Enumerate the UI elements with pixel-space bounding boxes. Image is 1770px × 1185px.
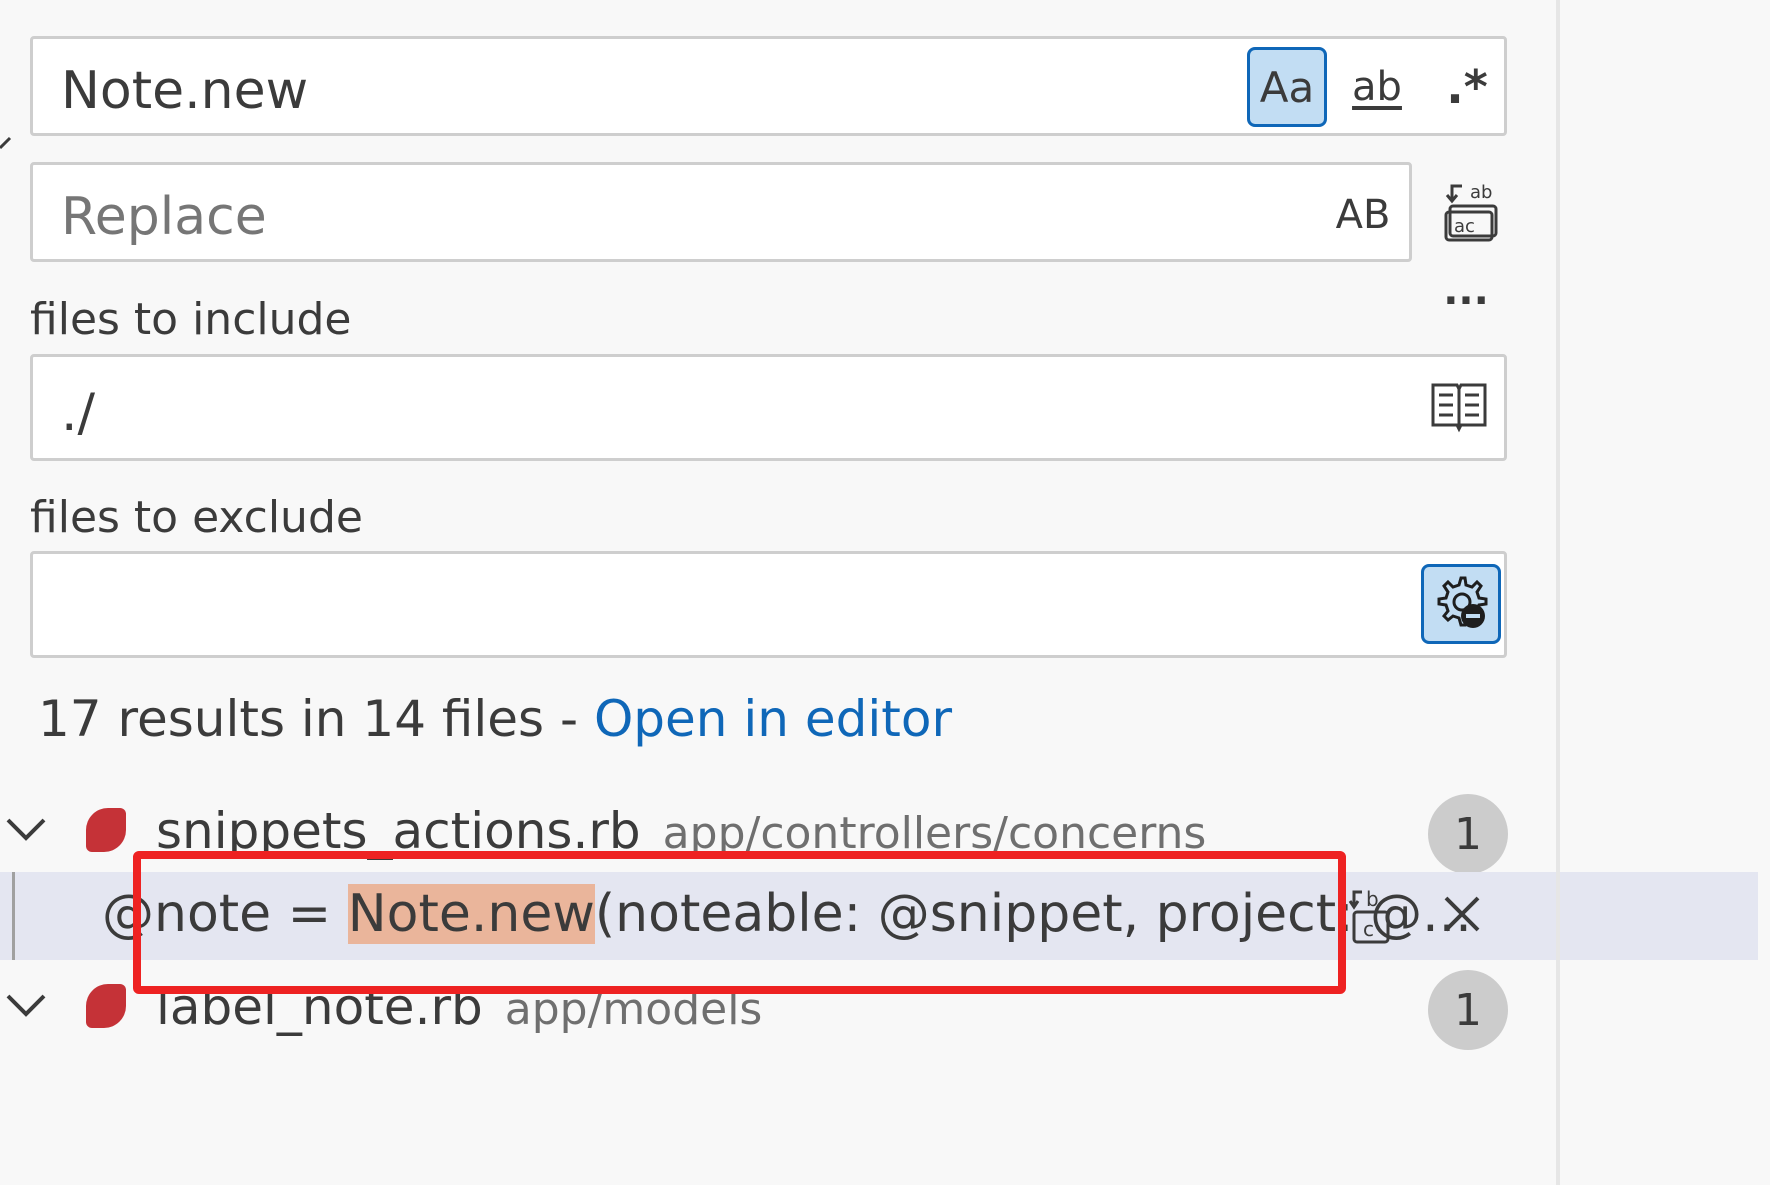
preserve-case-label: AB (1335, 192, 1391, 238)
ruby-file-icon (86, 984, 126, 1028)
files-include-value: ./ (61, 383, 96, 443)
replace-input-placeholder: Replace (61, 187, 267, 247)
match-case-button[interactable]: Aa (1247, 47, 1327, 127)
match-whole-word-label: ab (1352, 64, 1402, 110)
open-in-editor-link[interactable]: Open in editor (594, 690, 952, 748)
results-summary: 17 results in 14 files - Open in editor (38, 690, 952, 748)
svg-text:c: c (1363, 917, 1374, 941)
svg-text:ac: ac (1454, 216, 1475, 237)
use-exclude-settings-button[interactable] (1421, 564, 1501, 644)
files-include-label: files to include (30, 294, 352, 345)
annotation-highlight-box (133, 851, 1346, 994)
svg-text:b: b (1366, 887, 1379, 911)
scrollbar-track[interactable] (1556, 0, 1560, 1185)
ruby-file-icon (86, 808, 126, 852)
files-exclude-input[interactable] (30, 551, 1507, 658)
match-case-label: Aa (1259, 62, 1315, 112)
replace-match-icon[interactable]: b c (1348, 886, 1398, 946)
chevron-down-icon[interactable] (6, 992, 46, 1018)
toggle-search-details-button[interactable]: ... (1436, 268, 1496, 314)
svg-text:ab: ab (1470, 182, 1492, 203)
use-regex-button[interactable]: .* (1427, 47, 1507, 127)
results-summary-text: 17 results in 14 files - (38, 690, 594, 748)
chevron-down-icon[interactable] (6, 816, 46, 842)
match-count-badge: 1 (1428, 794, 1508, 874)
match-count-badge: 1 (1428, 970, 1508, 1050)
open-editors-book-icon[interactable] (1429, 379, 1489, 435)
replace-input[interactable]: Replace AB (30, 162, 1412, 262)
match-whole-word-button[interactable]: ab (1337, 47, 1417, 127)
preserve-case-button[interactable]: AB (1323, 175, 1403, 255)
dismiss-match-icon[interactable] (1442, 894, 1482, 934)
search-input-value: Note.new (61, 61, 309, 121)
tree-indent-guide (12, 872, 15, 960)
gear-exclude-icon (1437, 576, 1488, 628)
files-include-input[interactable]: ./ (30, 354, 1507, 461)
search-input[interactable]: Note.new Aa ab .* (30, 36, 1507, 136)
use-regex-label: .* (1446, 60, 1488, 114)
files-exclude-label: files to exclude (30, 492, 363, 543)
collapse-replace-chevron-icon[interactable] (0, 128, 12, 158)
toggle-search-details-label: ... (1443, 268, 1489, 314)
replace-all-icon[interactable]: ab ac (1440, 180, 1504, 244)
